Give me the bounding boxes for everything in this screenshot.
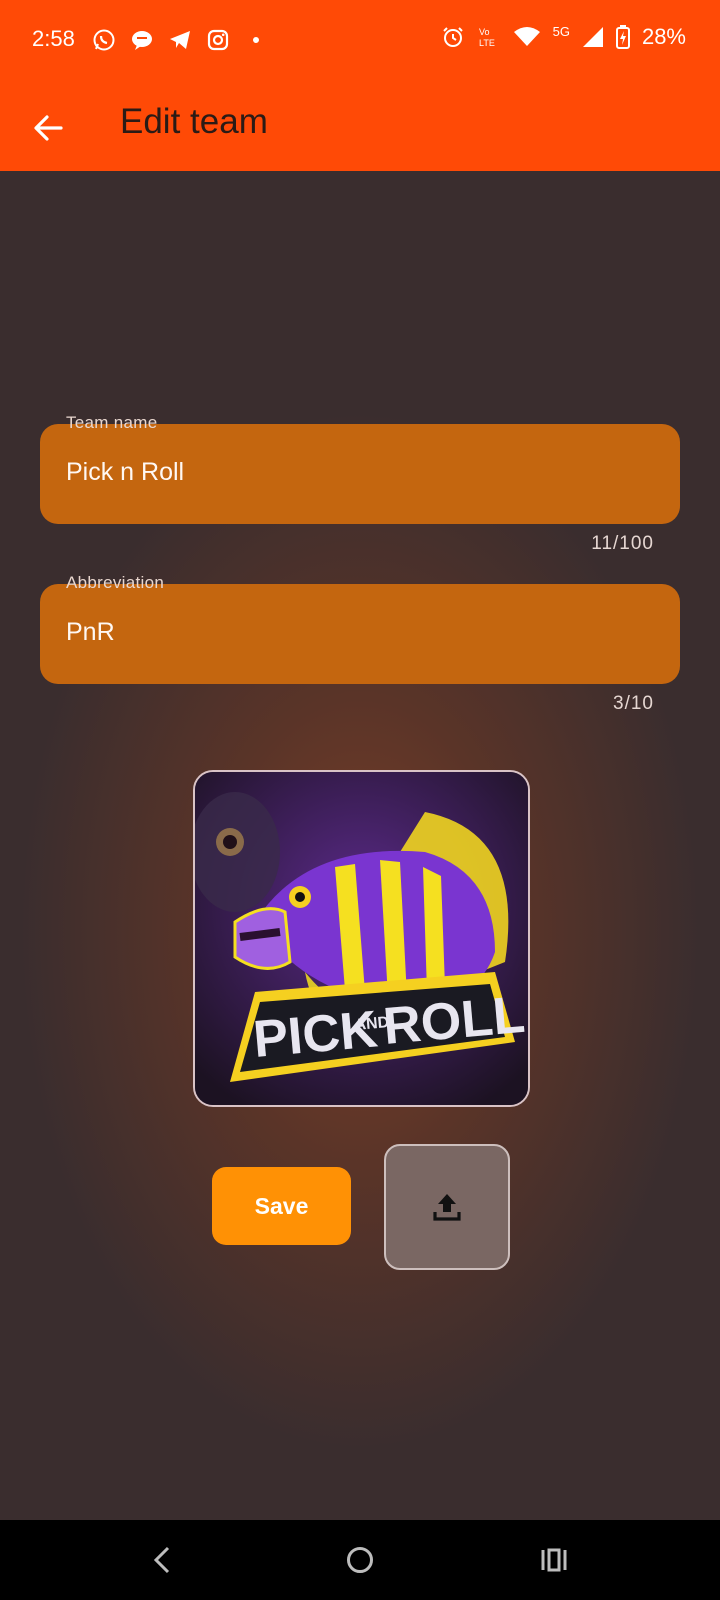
upload-button[interactable] <box>384 1144 510 1270</box>
abbreviation-field[interactable]: PnR <box>40 584 680 684</box>
svg-text:Vo: Vo <box>479 27 490 37</box>
signal-icon <box>582 27 603 47</box>
app-bar: Edit team <box>0 84 720 171</box>
nav-home-icon[interactable] <box>342 1542 378 1578</box>
status-time: 2:58 <box>32 26 75 51</box>
nav-recents-icon[interactable] <box>536 1542 572 1578</box>
abbreviation-label: Abbreviation <box>66 573 165 592</box>
status-bar: 2:58 Vo LTE 5G 28% <box>0 0 720 84</box>
whatsapp-icon <box>93 29 115 51</box>
telegram-icon <box>170 31 190 49</box>
abbreviation-counter: 3/10 <box>613 693 654 714</box>
team-name-label: Team name <box>66 413 158 432</box>
instagram-icon <box>207 29 229 51</box>
system-icons: Vo LTE 5G 28% <box>441 24 686 50</box>
network-type: 5G <box>552 23 570 39</box>
svg-text:LTE: LTE <box>479 38 495 48</box>
upload-icon <box>433 1194 461 1221</box>
arrow-left-icon <box>34 115 63 141</box>
team-name-value: Pick n Roll <box>66 458 185 486</box>
alarm-icon <box>442 27 463 47</box>
back-button[interactable] <box>28 108 68 148</box>
battery-charging-icon <box>615 25 630 49</box>
save-button[interactable]: Save <box>212 1167 351 1245</box>
team-logo[interactable]: PICK AND ROLL <box>193 770 530 1107</box>
wifi-icon <box>513 27 540 46</box>
nav-back-icon[interactable] <box>146 1542 180 1578</box>
team-name-counter: 11/100 <box>591 533 654 554</box>
system-nav-bar <box>0 1520 720 1600</box>
team-name-field[interactable]: Pick n Roll <box>40 424 680 524</box>
chat-bubble-icon <box>132 31 152 50</box>
page-title: Edit team <box>120 102 268 141</box>
battery-level: 28% <box>641 24 686 49</box>
volte-icon: Vo LTE <box>479 27 495 48</box>
team-logo-image: PICK AND ROLL <box>195 772 528 1105</box>
abbreviation-value: PnR <box>66 618 115 646</box>
notification-icons <box>92 28 268 52</box>
dot-icon <box>253 37 259 43</box>
logo-text-pick: PICK <box>251 1000 380 1069</box>
logo-text-roll: ROLL <box>381 986 527 1056</box>
